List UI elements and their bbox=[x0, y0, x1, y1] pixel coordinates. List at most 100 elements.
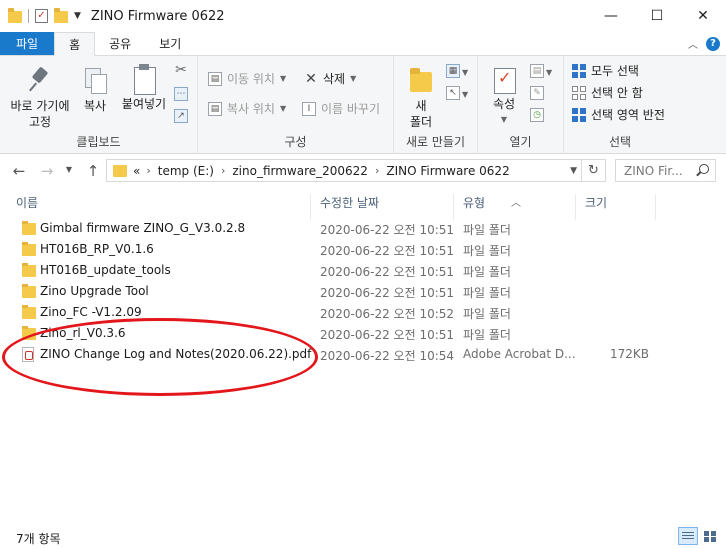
tab-view[interactable]: 보기 bbox=[145, 32, 195, 55]
column-divider[interactable] bbox=[453, 194, 454, 220]
file-date: 2020-06-22 오전 10:51 bbox=[320, 223, 455, 237]
file-date: 2020-06-22 오전 10:54 bbox=[320, 349, 455, 363]
folder-icon[interactable] bbox=[8, 8, 22, 23]
file-name: Gimbal firmware ZINO_G_V3.0.2.8 bbox=[40, 221, 246, 235]
back-arrow-icon[interactable]: ← bbox=[8, 162, 30, 180]
up-arrow-icon[interactable]: ↑ bbox=[82, 162, 104, 180]
list-item[interactable]: ZINO Change Log and Notes(2020.06.22).pd… bbox=[0, 344, 726, 365]
column-date[interactable]: 수정한 날짜 bbox=[320, 194, 379, 211]
invert-selection-icon bbox=[572, 107, 586, 122]
list-item[interactable]: Zino Upgrade Tool 2020-06-22 오전 10:51 파일… bbox=[0, 281, 726, 302]
rename-button[interactable]: I 이름 바꾸기 bbox=[302, 100, 380, 117]
search-input[interactable]: ZINO Fir... bbox=[615, 159, 716, 182]
column-size[interactable]: 크기 bbox=[585, 194, 607, 211]
quick-access-toolbar: ✓ ▼ bbox=[0, 0, 81, 32]
properties-icon[interactable]: ✓ bbox=[35, 9, 48, 23]
folder-icon bbox=[22, 305, 36, 319]
properties-icon bbox=[492, 66, 516, 94]
chevron-down-icon[interactable]: ▼ bbox=[462, 68, 468, 77]
address-bar[interactable]: « › temp (E:) › zino_firmware_200622 › Z… bbox=[106, 159, 606, 182]
file-list: Gimbal firmware ZINO_G_V3.0.2.8 2020-06-… bbox=[0, 218, 726, 365]
list-item[interactable]: Gimbal firmware ZINO_G_V3.0.2.8 2020-06-… bbox=[0, 218, 726, 239]
invert-selection-button[interactable]: 선택 영역 반전 bbox=[572, 106, 665, 123]
select-all-label: 모두 선택 bbox=[591, 64, 639, 78]
list-item[interactable]: HT016B_update_tools 2020-06-22 오전 10:51 … bbox=[0, 260, 726, 281]
new-folder-icon[interactable] bbox=[54, 8, 68, 23]
list-item[interactable]: HT016B_RP_V0.1.6 2020-06-22 오전 10:51 파일 … bbox=[0, 239, 726, 260]
history-icon[interactable]: ◷ bbox=[530, 108, 544, 122]
chevron-down-icon[interactable]: ▼ bbox=[462, 90, 468, 99]
breadcrumb-drive[interactable]: temp (E:) bbox=[158, 164, 214, 178]
breadcrumb-overflow[interactable]: « bbox=[133, 164, 140, 178]
column-divider[interactable] bbox=[310, 194, 311, 220]
delete-icon: ✕ bbox=[305, 70, 317, 87]
cut-icon[interactable]: ✂ bbox=[174, 63, 188, 78]
chevron-down-icon[interactable]: ▼ bbox=[546, 68, 552, 77]
breadcrumb-current[interactable]: ZINO Firmware 0622 bbox=[386, 164, 509, 178]
copy-button[interactable]: 복사 bbox=[78, 66, 112, 114]
list-item[interactable]: Zino_rl_V0.3.6 2020-06-22 오전 10:51 파일 폴더 bbox=[0, 323, 726, 344]
copy-path-icon[interactable]: ⋯ bbox=[174, 87, 188, 101]
chevron-up-icon[interactable]: ︿ bbox=[688, 36, 698, 51]
column-divider[interactable] bbox=[575, 194, 576, 220]
breadcrumb-parent[interactable]: zino_firmware_200622 bbox=[232, 164, 368, 178]
column-header: 이름 ︿ 수정한 날짜 유형 크기 bbox=[0, 188, 726, 220]
file-date: 2020-06-22 오전 10:51 bbox=[320, 286, 455, 300]
move-to-label: 이동 위치 bbox=[227, 72, 275, 86]
column-divider[interactable] bbox=[655, 194, 656, 220]
large-icons-view-icon[interactable] bbox=[700, 527, 720, 545]
select-all-button[interactable]: 모두 선택 bbox=[572, 62, 639, 79]
window-title: ZINO Firmware 0622 bbox=[90, 8, 225, 24]
file-type: 파일 폴더 bbox=[463, 286, 511, 300]
select-group: 모두 선택 선택 안 함 선택 영역 반전 선택 bbox=[564, 56, 676, 154]
recent-locations-icon[interactable]: ▼ bbox=[58, 165, 80, 174]
pin-quick-access-button[interactable]: 바로 가기에 고정 bbox=[6, 66, 74, 130]
search-placeholder: ZINO Fir... bbox=[624, 163, 683, 178]
copy-label: 복사 bbox=[83, 99, 107, 113]
paste-shortcut-icon[interactable]: ↗ bbox=[174, 109, 188, 123]
folder-icon bbox=[22, 221, 36, 235]
chevron-down-icon[interactable]: ▼ bbox=[74, 11, 81, 21]
new-folder-icon bbox=[410, 66, 432, 92]
select-none-button[interactable]: 선택 안 함 bbox=[572, 84, 643, 101]
tab-file[interactable]: 파일 bbox=[0, 32, 55, 55]
chevron-down-icon: ▼ bbox=[350, 74, 357, 83]
forward-arrow-icon[interactable]: → bbox=[36, 162, 58, 180]
list-item[interactable]: Zino_FC -V1.2.09 2020-06-22 오전 10:52 파일 … bbox=[0, 302, 726, 323]
file-type: 파일 폴더 bbox=[463, 223, 511, 237]
properties-button[interactable]: 속성 ▼ bbox=[484, 66, 524, 128]
new-folder-label: 새 bbox=[415, 99, 427, 113]
move-to-button[interactable]: ▤ 이동 위치 ▼ bbox=[208, 70, 286, 87]
copy-to-button[interactable]: ▤ 복사 위치 ▼ bbox=[208, 100, 286, 117]
paste-button[interactable]: 붙여넣기 bbox=[118, 64, 170, 112]
status-bar: 7개 항목 bbox=[0, 525, 726, 549]
tab-share[interactable]: 공유 bbox=[95, 32, 145, 55]
edit-icon[interactable]: ✎ bbox=[530, 86, 544, 100]
tab-home[interactable]: 홈 bbox=[54, 32, 96, 56]
easy-access-icon[interactable]: ↖ bbox=[446, 86, 460, 100]
refresh-icon[interactable]: ↻ bbox=[581, 160, 605, 181]
column-name[interactable]: 이름 bbox=[16, 194, 38, 211]
ribbon-tabs: 파일 홈 공유 보기 ︿ ? bbox=[0, 32, 726, 56]
file-type: Adobe Acrobat D... bbox=[463, 347, 576, 361]
file-type: 파일 폴더 bbox=[463, 307, 511, 321]
chevron-right-icon: › bbox=[374, 164, 380, 177]
maximize-button[interactable]: ☐ bbox=[634, 0, 680, 32]
copy-to-label: 복사 위치 bbox=[227, 102, 275, 116]
chevron-down-icon[interactable]: ▼ bbox=[570, 166, 577, 176]
navigation-bar: ← → ▼ ↑ « › temp (E:) › zino_firmware_20… bbox=[0, 154, 726, 188]
open-icon[interactable]: ▤ bbox=[530, 64, 544, 78]
column-type[interactable]: 유형 bbox=[463, 194, 485, 211]
minimize-button[interactable]: — bbox=[588, 0, 634, 32]
new-folder-button[interactable]: 새 폴더 bbox=[402, 66, 440, 130]
search-icon bbox=[699, 164, 709, 174]
delete-button[interactable]: ✕ 삭제 ▼ bbox=[304, 70, 356, 87]
organize-group: ▤ 이동 위치 ▼ ▤ 복사 위치 ▼ ✕ 삭제 ▼ I 이름 바꾸기 구성 bbox=[198, 56, 394, 154]
close-button[interactable]: ✕ bbox=[680, 0, 726, 32]
new-group-label: 새로 만들기 bbox=[405, 135, 465, 149]
details-view-icon[interactable] bbox=[678, 527, 698, 545]
open-group-label: 열기 bbox=[509, 135, 532, 149]
new-item-icon[interactable]: ▦ bbox=[446, 64, 460, 78]
view-toggle bbox=[678, 527, 720, 545]
help-icon[interactable]: ? bbox=[706, 36, 720, 51]
